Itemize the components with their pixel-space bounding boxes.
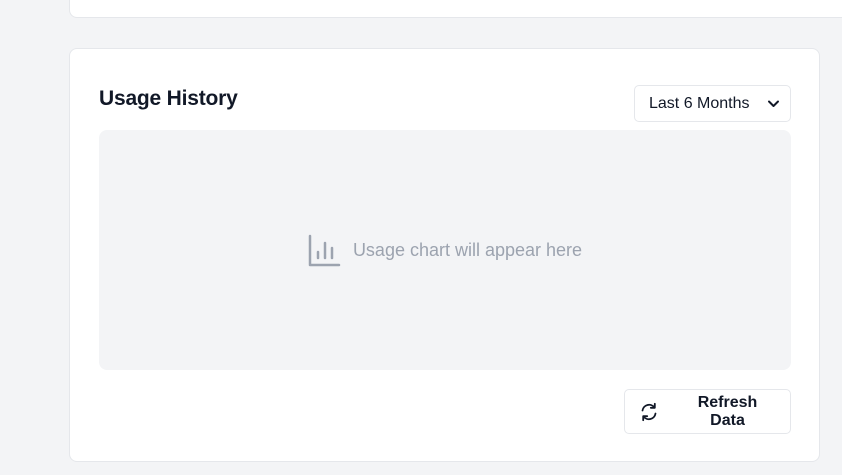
- bar-chart-icon: [308, 234, 341, 267]
- refresh-data-button[interactable]: Refresh Data: [624, 389, 791, 434]
- time-range-value: Last 6 Months: [649, 94, 750, 112]
- usage-chart-placeholder: Usage chart will appear here: [99, 130, 791, 370]
- previous-card: [69, 0, 842, 18]
- chevron-down-icon: [767, 97, 780, 110]
- usage-history-card: Usage History Last 6 Months Usage chart …: [69, 48, 820, 462]
- card-title: Usage History: [99, 87, 238, 110]
- time-range-select[interactable]: Last 6 Months: [634, 85, 791, 122]
- chart-placeholder-text: Usage chart will appear here: [352, 239, 583, 260]
- refresh-button-label: Refresh Data: [697, 393, 758, 429]
- refresh-icon: [639, 402, 659, 422]
